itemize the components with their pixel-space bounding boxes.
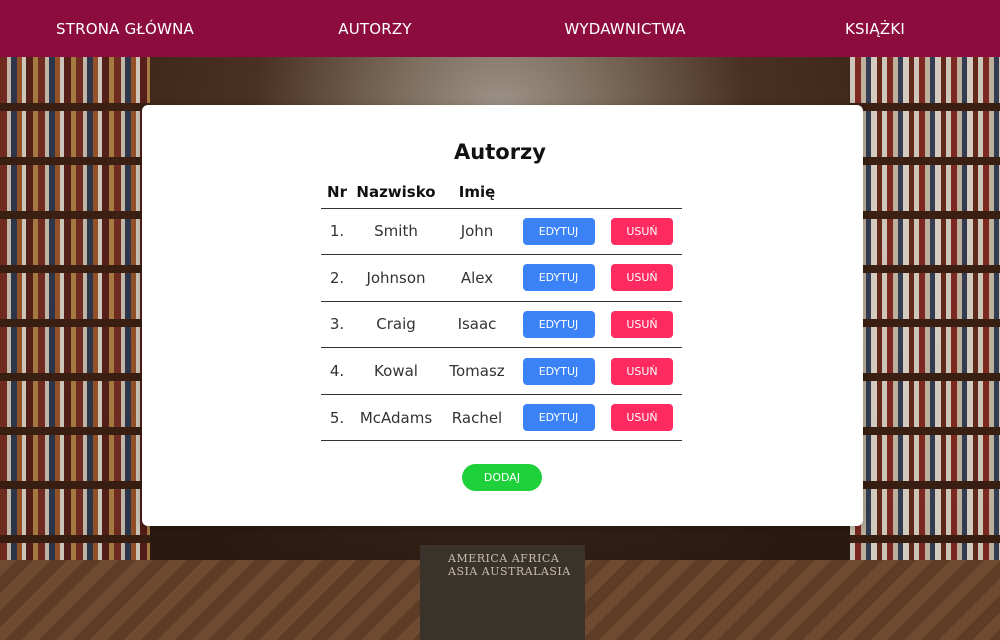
bookshelf-left-image [0, 57, 150, 577]
row-edit-cell: EDYTUJ [515, 347, 602, 395]
row-edit-cell: EDYTUJ [515, 254, 602, 302]
delete-button[interactable]: USUŃ [611, 404, 673, 432]
delete-button[interactable]: USUŃ [611, 264, 673, 292]
header-edit [515, 176, 602, 209]
row-surname: McAdams [353, 394, 439, 442]
nav-item-publishers[interactable]: WYDAWNICTWA [500, 20, 750, 38]
nav-item-books[interactable]: KSIĄŻKI [750, 20, 1000, 38]
row-delete-cell: USUŃ [602, 208, 682, 256]
row-delete-cell: USUŃ [602, 301, 682, 349]
row-edit-cell: EDYTUJ [515, 301, 602, 349]
row-nr: 5. [321, 394, 353, 442]
row-delete-cell: USUŃ [602, 347, 682, 395]
row-surname: Johnson [353, 254, 439, 302]
nav-item-authors[interactable]: AUTORZY [250, 20, 500, 38]
row-delete-cell: USUŃ [602, 394, 682, 442]
edit-button[interactable]: EDYTUJ [522, 217, 595, 245]
edit-button[interactable]: EDYTUJ [522, 357, 595, 385]
row-edit-cell: EDYTUJ [515, 394, 602, 442]
table-row: 1. Smith John EDYTUJ USUŃ [321, 208, 682, 256]
row-nr: 1. [321, 208, 353, 256]
row-edit-cell: EDYTUJ [515, 208, 602, 256]
row-nr: 3. [321, 301, 353, 349]
top-navbar: STRONA GŁÓWNA AUTORZY WYDAWNICTWA KSIĄŻK… [0, 0, 1000, 57]
header-delete [602, 176, 682, 209]
header-nr: Nr [321, 176, 353, 209]
edit-button[interactable]: EDYTUJ [522, 310, 595, 338]
row-nr: 2. [321, 254, 353, 302]
edit-button[interactable]: EDYTUJ [522, 264, 595, 292]
row-surname: Smith [353, 208, 439, 256]
table-header-row: Nr Nazwisko Imię [321, 176, 682, 209]
row-name: Isaac [439, 301, 515, 349]
authors-table: Nr Nazwisko Imię 1. Smith John EDYTUJ US… [321, 176, 682, 442]
row-name: Rachel [439, 394, 515, 442]
delete-button[interactable]: USUŃ [611, 357, 673, 385]
row-delete-cell: USUŃ [602, 254, 682, 302]
row-name: John [439, 208, 515, 256]
delete-button[interactable]: USUŃ [611, 310, 673, 338]
table-row: 4. Kowal Tomasz EDYTUJ USUŃ [321, 347, 682, 395]
row-surname: Kowal [353, 347, 439, 395]
delete-button[interactable]: USUŃ [611, 217, 673, 245]
row-name: Alex [439, 254, 515, 302]
header-surname: Nazwisko [353, 176, 439, 209]
row-nr: 4. [321, 347, 353, 395]
bookshelf-right-image [850, 57, 1000, 577]
header-name: Imię [439, 176, 515, 209]
row-surname: Craig [353, 301, 439, 349]
nav-item-home[interactable]: STRONA GŁÓWNA [0, 20, 250, 38]
row-name: Tomasz [439, 347, 515, 395]
table-row: 3. Craig Isaac EDYTUJ USUŃ [321, 301, 682, 349]
table-row: 5. McAdams Rachel EDYTUJ USUŃ [321, 394, 682, 442]
authors-table-wrapper: Nr Nazwisko Imię 1. Smith John EDYTUJ US… [321, 176, 682, 442]
table-row: 2. Johnson Alex EDYTUJ USUŃ [321, 254, 682, 302]
page-title: Autorzy [454, 140, 546, 164]
edit-button[interactable]: EDYTUJ [522, 404, 595, 432]
background-sign-text: AMERICA AFRICA ASIA AUSTRALASIA [448, 552, 571, 578]
add-button[interactable]: DODAJ [462, 464, 542, 491]
